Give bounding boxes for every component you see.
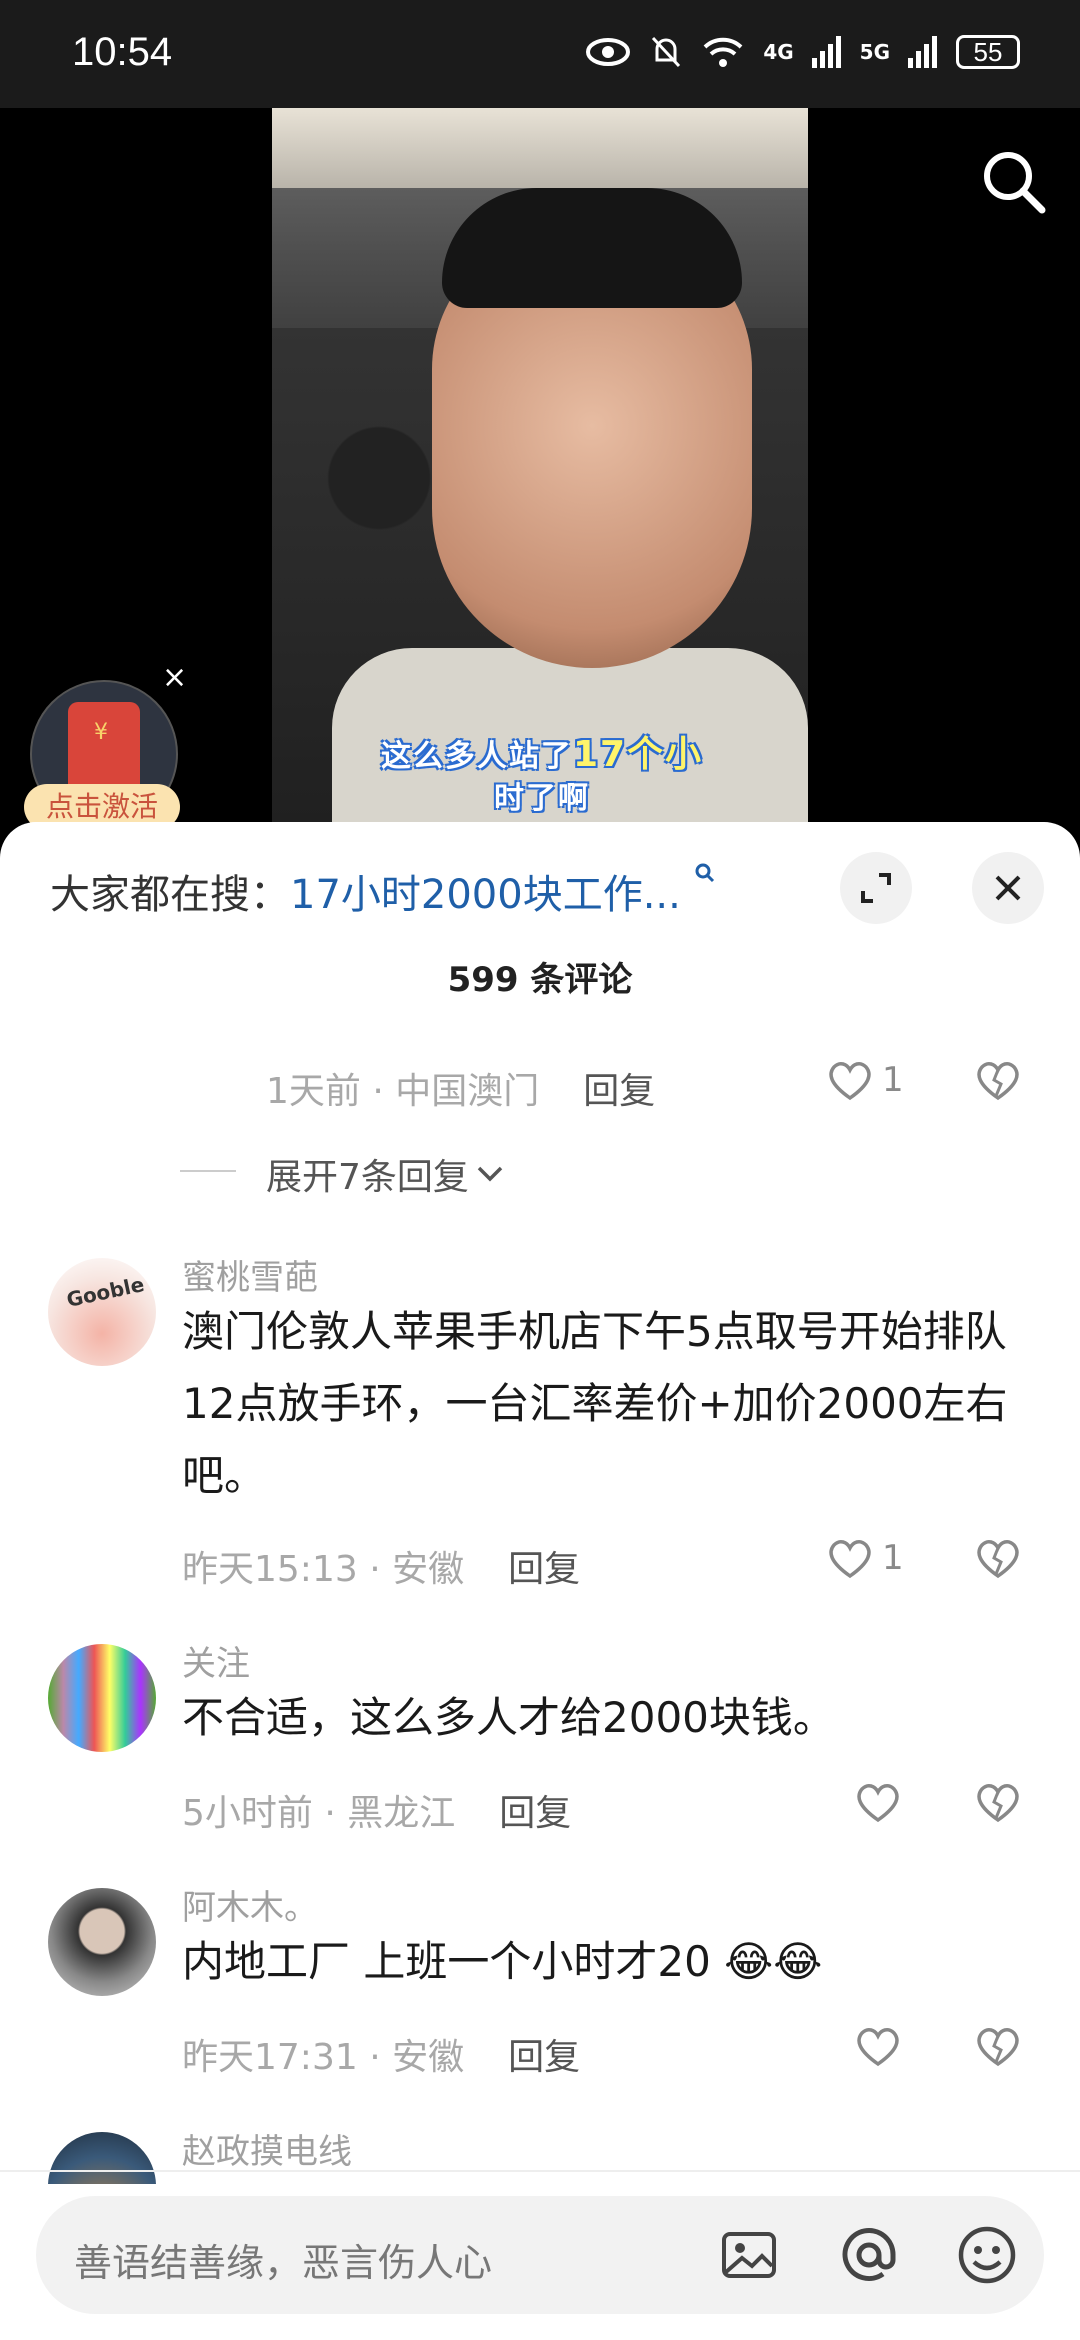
trending-search-prefix: 大家都在搜： xyxy=(50,872,290,918)
wifi-icon xyxy=(703,37,743,67)
comment-meta: 5小时前 · 黑龙江 回复 xyxy=(182,1784,571,1836)
search-small-icon xyxy=(695,863,714,883)
comment-text: 澳门伦敦人苹果手机店下午5点取号开始排队12点放手环，一台汇率差价+加价2000… xyxy=(182,1307,1008,1500)
input-divider xyxy=(0,2170,1080,2172)
comment-author[interactable]: 阿木木。 xyxy=(182,1880,318,1929)
comment-input-placeholder: 善语结善缘，恶言伤人心 xyxy=(74,2241,493,2285)
expand-icon xyxy=(861,873,891,903)
comment-meta: 昨天15:13 · 安徽 回复 xyxy=(182,1540,580,1592)
mute-bell-icon xyxy=(652,36,681,68)
reply-button[interactable]: 回复 xyxy=(508,1549,580,1590)
avatar[interactable] xyxy=(48,1888,156,1996)
comment-author[interactable]: 赵政摸电线 xyxy=(182,2124,352,2173)
trending-search-query[interactable]: 17小时2000块工作... xyxy=(290,872,681,918)
eye-icon xyxy=(586,38,631,66)
at-icon[interactable] xyxy=(836,2222,902,2288)
like-button[interactable]: 1 xyxy=(826,1536,904,1580)
comment-time-location: 5小时前 · 黑龙江 xyxy=(182,1793,456,1834)
status-bar: 10:54 4G 5G 55 xyxy=(0,0,1080,108)
like-button[interactable]: 1 xyxy=(826,1058,904,1102)
comment-time-location: 1天前 · 中国澳门 xyxy=(266,1071,540,1112)
dislike-heart-icon[interactable] xyxy=(974,1780,1022,1824)
avatar-logo-text: Gooble xyxy=(64,1272,147,1312)
comment-item: 赵政摸电线 xyxy=(0,2124,1080,2184)
close-sheet-button[interactable] xyxy=(972,852,1044,924)
chevron-down-icon xyxy=(477,1166,503,1182)
video-frame[interactable]: 这么多人站了17个小 时了啊 xyxy=(272,108,808,828)
video-ceiling xyxy=(272,108,808,188)
reply-button[interactable]: 回复 xyxy=(583,1071,655,1112)
video-caption: 这么多人站了17个小 时了啊 xyxy=(352,734,732,820)
expand-replies-label: 展开7条回复 xyxy=(266,1157,469,1198)
reply-button[interactable]: 回复 xyxy=(499,1793,571,1834)
like-count: 1 xyxy=(882,1538,904,1578)
comment-text: 内地工厂 上班一个小时才20 😂😂 xyxy=(182,1937,823,1986)
heart-icon xyxy=(829,1539,871,1579)
status-icons: 4G 5G 55 xyxy=(585,34,1020,70)
comment-text: 不合适，这么多人才给2000块钱。 xyxy=(182,1693,835,1742)
like-count: 1 xyxy=(882,1060,904,1100)
heart-icon xyxy=(829,1061,871,1101)
avatar[interactable]: Gooble xyxy=(48,1258,156,1366)
avatar[interactable] xyxy=(48,1644,156,1752)
signal-bars-icon xyxy=(908,36,937,68)
comment-time-location: 昨天17:31 · 安徽 xyxy=(182,2037,465,2078)
battery-indicator: 55 xyxy=(956,35,1020,69)
like-button[interactable] xyxy=(854,2024,902,2068)
dislike-heart-icon[interactable] xyxy=(974,1536,1022,1580)
signal-bars-icon xyxy=(811,36,841,68)
expand-divider xyxy=(180,1170,236,1172)
trending-search[interactable]: 大家都在搜：17小时2000块工作... xyxy=(50,862,716,920)
comment-meta: 昨天17:31 · 安徽 回复 xyxy=(182,2028,580,2080)
comment-meta: 1天前 · 中国澳门 回复 xyxy=(266,1062,655,1114)
close-icon xyxy=(995,875,1021,901)
dislike-heart-icon[interactable] xyxy=(974,1058,1022,1102)
search-icon[interactable] xyxy=(980,148,1048,216)
comment-author[interactable]: 关注 xyxy=(182,1636,250,1685)
signal-5g-icon: 5G xyxy=(859,40,890,64)
red-packet-close-icon[interactable]: × xyxy=(162,660,187,695)
comment-time-location: 昨天15:13 · 安徽 xyxy=(182,1549,465,1590)
comment-input[interactable]: 善语结善缘，恶言伤人心 xyxy=(36,2196,1044,2314)
signal-4g-icon: 4G xyxy=(763,40,794,64)
comment-count: 599 条评论 xyxy=(447,960,633,1000)
expand-sheet-button[interactable] xyxy=(840,852,912,924)
status-time: 10:54 xyxy=(72,30,173,74)
heart-icon xyxy=(857,2027,899,2067)
image-icon[interactable] xyxy=(716,2222,782,2288)
caption-line1b: 17个小 xyxy=(572,734,704,775)
caption-line2: 时了啊 xyxy=(494,781,590,816)
dislike-heart-icon[interactable] xyxy=(974,2024,1022,2068)
reply-button[interactable]: 回复 xyxy=(508,2037,580,2078)
comment-author[interactable]: 蜜桃雪葩 xyxy=(182,1250,318,1299)
heart-icon xyxy=(857,1783,899,1823)
video-person-hair xyxy=(442,188,742,308)
emoji-icon[interactable] xyxy=(954,2222,1020,2288)
comment-sheet: 大家都在搜：17小时2000块工作... 599 条评论 1天前 · 中国澳门回… xyxy=(0,822,1080,2340)
expand-replies-button[interactable]: 展开7条回复 xyxy=(266,1148,505,1200)
avatar[interactable] xyxy=(48,2132,156,2184)
caption-line1a: 这么多人站了 xyxy=(380,739,573,774)
like-button[interactable] xyxy=(854,1780,902,1824)
